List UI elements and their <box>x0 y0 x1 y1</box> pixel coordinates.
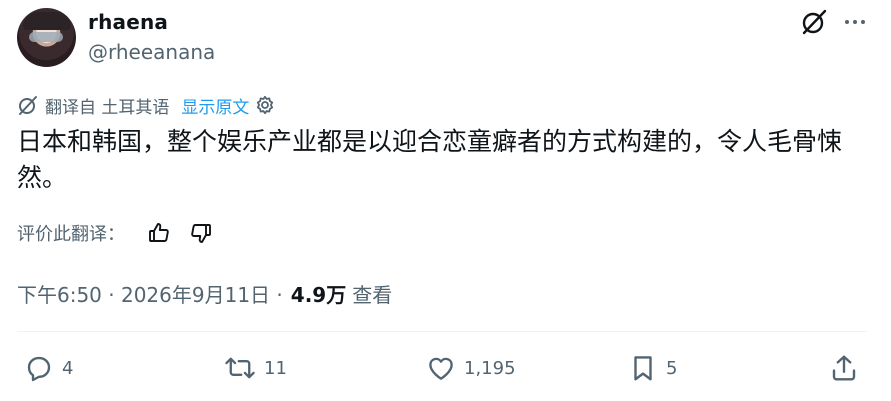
bookmark-count: 5 <box>666 357 678 379</box>
author-display-name[interactable]: rhaena <box>88 10 168 34</box>
reply-button[interactable]: 4 <box>24 351 73 385</box>
views-label: 查看 <box>352 282 393 307</box>
like-icon <box>429 357 453 380</box>
grok-icon[interactable] <box>800 8 828 36</box>
rate-translation-label: 评价此翻译： <box>17 224 125 245</box>
thumbs-down-icon[interactable] <box>189 221 213 245</box>
repost-count: 11 <box>264 357 287 379</box>
more-icon[interactable] <box>843 10 867 34</box>
repost-icon <box>225 357 255 379</box>
show-original-link[interactable]: 显示原文 <box>181 93 249 118</box>
rate-translation-row: 评价此翻译： <box>17 218 213 248</box>
thumbs-up-icon[interactable] <box>147 221 171 245</box>
bookmark-icon <box>634 356 652 381</box>
reply-icon <box>27 356 51 382</box>
author-handle[interactable]: @rheeanana <box>88 40 215 64</box>
tweet-timestamp[interactable]: 下午6:50 · 2026年9月11日 · <box>17 279 283 308</box>
views-count: 4.9万 <box>290 282 347 307</box>
translated-from-label: 翻译自 土耳其语 <box>45 97 170 118</box>
translation-row: 翻译自 土耳其语 显示原文 <box>17 93 275 118</box>
like-count: 1,195 <box>464 357 516 379</box>
bookmark-button[interactable]: 5 <box>628 351 677 385</box>
divider <box>17 331 867 332</box>
tweet-text: 日本和韩国，整个娱乐产业都是以迎合恋童癖者的方式构建的，令人毛骨悚然。 <box>17 127 843 192</box>
author-avatar[interactable] <box>17 8 76 67</box>
translate-icon <box>19 96 37 115</box>
like-button[interactable]: 1,195 <box>426 351 516 385</box>
share-button[interactable] <box>829 351 859 385</box>
reply-count: 4 <box>62 357 74 379</box>
repost-button[interactable]: 11 <box>224 351 287 385</box>
settings-gear-icon[interactable] <box>255 95 275 115</box>
tweet-meta-row: 下午6:50 · 2026年9月11日 · 4.9万 查看 <box>17 278 392 308</box>
share-icon <box>832 355 856 381</box>
